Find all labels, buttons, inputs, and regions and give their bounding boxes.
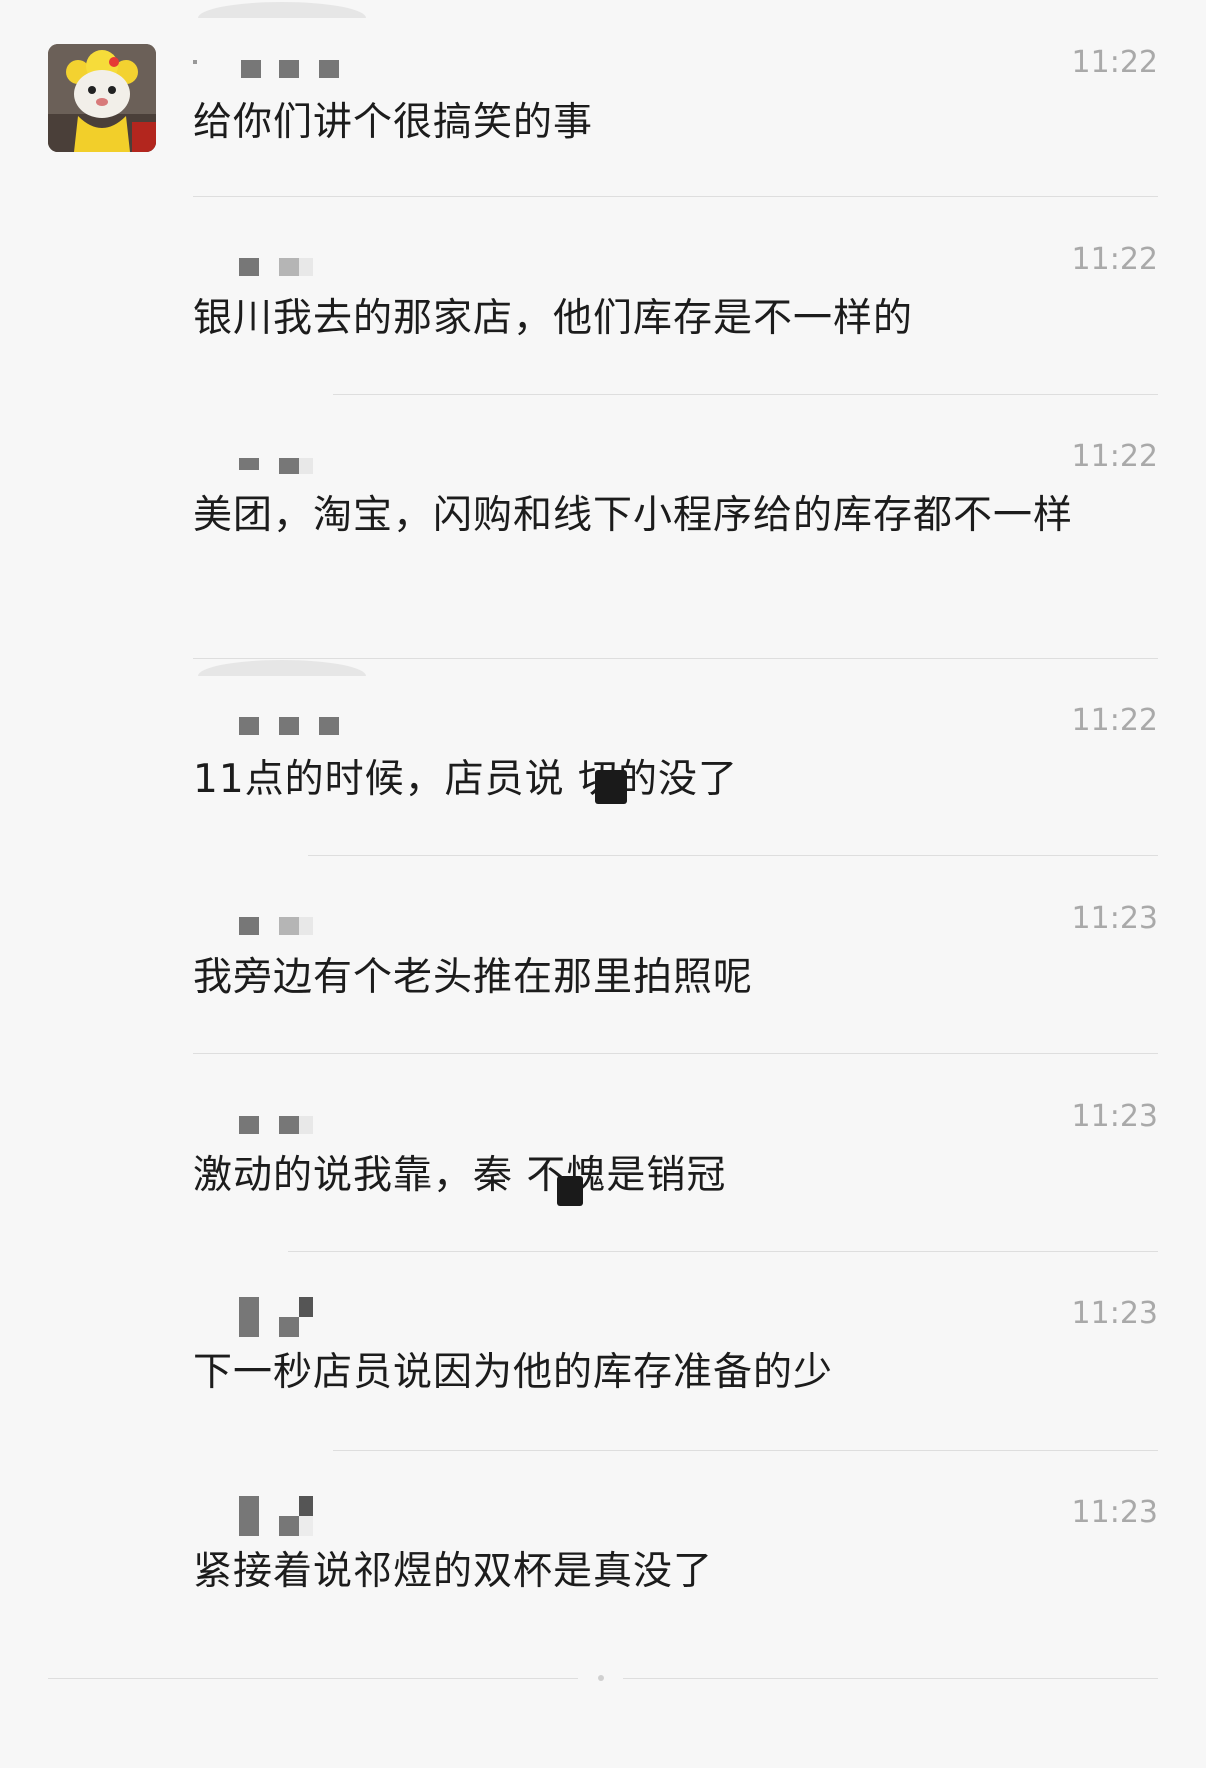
message-time: 11:23 xyxy=(1071,1296,1158,1331)
message-text: 11点的时候，店员说 切的没了 xyxy=(193,757,739,802)
divider xyxy=(193,658,1158,659)
chat-thread: 11:22 给你们讲个很搞笑的事 11:22 银川我去的那家店，他们库存是不一样… xyxy=(0,0,1206,1768)
message-time: 11:23 xyxy=(1071,1495,1158,1530)
sender-name-redacted xyxy=(193,46,393,78)
sender-name-redacted xyxy=(193,440,393,474)
sender-name-redacted xyxy=(193,1297,393,1337)
message-time: 11:22 xyxy=(1071,703,1158,738)
message-time: 11:23 xyxy=(1071,901,1158,936)
divider xyxy=(193,196,1158,197)
redaction-mosaic xyxy=(595,770,627,804)
sender-name-redacted xyxy=(193,902,393,935)
separator-dot xyxy=(598,1675,604,1681)
fold-shadow xyxy=(198,660,366,676)
message-text: 下一秒店员说因为他的库存准备的少 xyxy=(193,1350,834,1395)
message-time: 11:22 xyxy=(1071,439,1158,474)
message-text: 美团，淘宝，闪购和线下小程序给的库存都不一样 xyxy=(193,493,1074,538)
top-fold-shadow xyxy=(198,2,366,18)
message-text: 给你们讲个很搞笑的事 xyxy=(193,100,594,145)
message-text: 我旁边有个老头推在那里拍照呢 xyxy=(193,955,754,1000)
message-text: 紧接着说祁煜的双杯是真没了 xyxy=(193,1549,714,1594)
divider xyxy=(193,394,1158,395)
message-text: 激动的说我靠，秦 不愧是销冠 xyxy=(193,1153,727,1198)
message-time: 11:23 xyxy=(1071,1099,1158,1134)
sender-name-redacted xyxy=(193,243,393,276)
redaction-mosaic xyxy=(557,1176,583,1206)
divider xyxy=(193,1450,1158,1451)
avatar[interactable] xyxy=(48,44,156,152)
message-text: 银川我去的那家店，他们库存是不一样的 xyxy=(193,296,914,341)
sender-name-redacted xyxy=(193,1100,393,1134)
divider xyxy=(193,855,1158,856)
divider xyxy=(193,1053,1158,1054)
message-time: 11:22 xyxy=(1071,45,1158,80)
sender-name-redacted xyxy=(193,1496,393,1536)
message-time: 11:22 xyxy=(1071,242,1158,277)
sender-name-redacted xyxy=(193,704,393,735)
cartoon-cat-avatar-icon xyxy=(48,44,156,152)
divider xyxy=(193,1251,1158,1252)
